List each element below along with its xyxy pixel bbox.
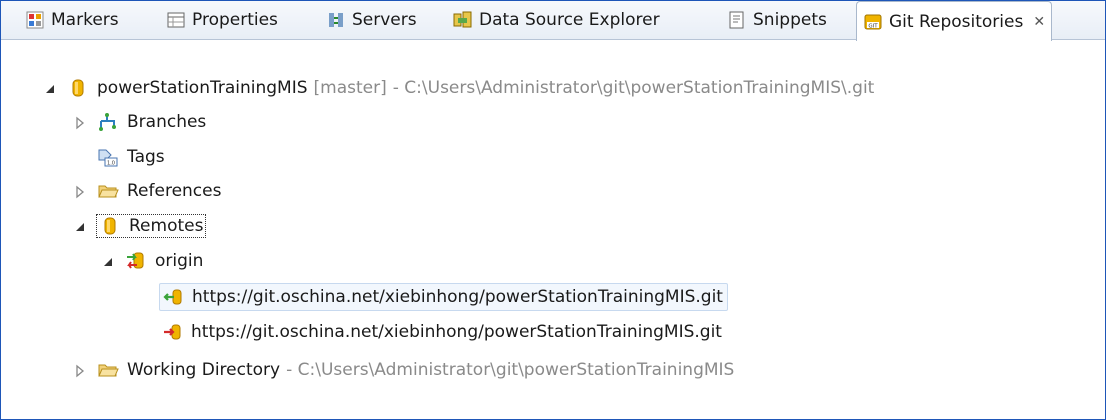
- collapsed-arrow-icon[interactable]: [73, 184, 87, 199]
- tab-markers[interactable]: Markers: [25, 1, 119, 39]
- snippets-icon: [727, 10, 747, 30]
- expanded-arrow-icon[interactable]: [73, 219, 87, 233]
- collapsed-arrow-icon[interactable]: [73, 363, 87, 378]
- tree-row-remotes[interactable]: Remotes: [73, 212, 207, 240]
- repository-path: - C:\Users\Administrator\git\powerStatio…: [392, 78, 875, 98]
- tree-label: References: [127, 181, 222, 201]
- servers-icon: [326, 10, 346, 30]
- remotes-node[interactable]: Remotes: [95, 214, 207, 238]
- data-source-explorer-icon: [453, 10, 473, 30]
- push-url: https://git.oschina.net/xiebinhong/power…: [191, 322, 722, 342]
- remotes-icon: [99, 215, 121, 237]
- tab-snippets[interactable]: Snippets: [727, 1, 827, 39]
- fetch-url: https://git.oschina.net/xiebinhong/power…: [192, 287, 723, 307]
- view-tab-bar: Markers Properties Servers Data Source E…: [1, 1, 1105, 41]
- fetch-icon: [162, 286, 184, 308]
- push-icon: [161, 321, 183, 343]
- tab-label: Data Source Explorer: [479, 10, 660, 30]
- markers-icon: [25, 10, 45, 30]
- close-icon[interactable]: ✕: [1033, 14, 1045, 30]
- tree-row-tags[interactable]: 1.0 Tags: [73, 143, 165, 171]
- svg-text:1.0: 1.0: [107, 161, 115, 167]
- repository-icon: [67, 77, 89, 99]
- folder-icon: [97, 180, 119, 202]
- folder-icon: [97, 359, 119, 381]
- git-repositories-view: Markers Properties Servers Data Source E…: [0, 0, 1106, 420]
- tree-row-branches[interactable]: Branches: [73, 108, 206, 136]
- tab-properties[interactable]: Properties: [166, 1, 278, 39]
- branches-icon: [97, 111, 119, 133]
- tab-data-source-explorer[interactable]: Data Source Explorer: [453, 1, 660, 39]
- tree-row-push-url[interactable]: https://git.oschina.net/xiebinhong/power…: [161, 318, 722, 346]
- tree-row-repository[interactable]: powerStationTrainingMIS [master] - C:\Us…: [43, 74, 874, 102]
- tags-icon: 1.0: [97, 146, 119, 168]
- tree-row-references[interactable]: References: [73, 177, 221, 205]
- remote-origin-icon: [125, 250, 147, 272]
- tab-label: Markers: [51, 10, 119, 30]
- expanded-arrow-icon[interactable]: [101, 254, 115, 268]
- tree-label: Remotes: [129, 216, 204, 236]
- svg-text:GIT: GIT: [868, 23, 878, 29]
- repository-branch: [master]: [313, 78, 387, 98]
- tab-git-repositories[interactable]: GIT Git Repositories ✕: [856, 1, 1053, 41]
- collapsed-arrow-icon[interactable]: [73, 115, 87, 130]
- tree-label: Working Directory: [127, 360, 281, 380]
- tree-row-fetch-url[interactable]: https://git.oschina.net/xiebinhong/power…: [159, 283, 728, 311]
- tree-label: origin: [155, 251, 204, 271]
- tab-label: Properties: [192, 10, 278, 30]
- tree-label: Branches: [127, 112, 207, 132]
- tree-row-origin[interactable]: origin: [101, 247, 203, 275]
- tab-servers[interactable]: Servers: [326, 1, 417, 39]
- working-directory-path: - C:\Users\Administrator\git\powerStatio…: [286, 360, 735, 380]
- repository-name: powerStationTrainingMIS: [97, 78, 308, 98]
- repository-tree: powerStationTrainingMIS [master] - C:\Us…: [1, 40, 1105, 419]
- tab-label: Snippets: [753, 10, 827, 30]
- tab-label: Git Repositories: [889, 11, 1024, 32]
- properties-icon: [166, 10, 186, 30]
- git-repositories-icon: GIT: [863, 12, 883, 32]
- tree-label: Tags: [127, 147, 165, 167]
- tab-label: Servers: [352, 10, 417, 30]
- tree-row-working-directory[interactable]: Working Directory - C:\Users\Administrat…: [73, 356, 734, 384]
- expanded-arrow-icon[interactable]: [43, 81, 57, 95]
